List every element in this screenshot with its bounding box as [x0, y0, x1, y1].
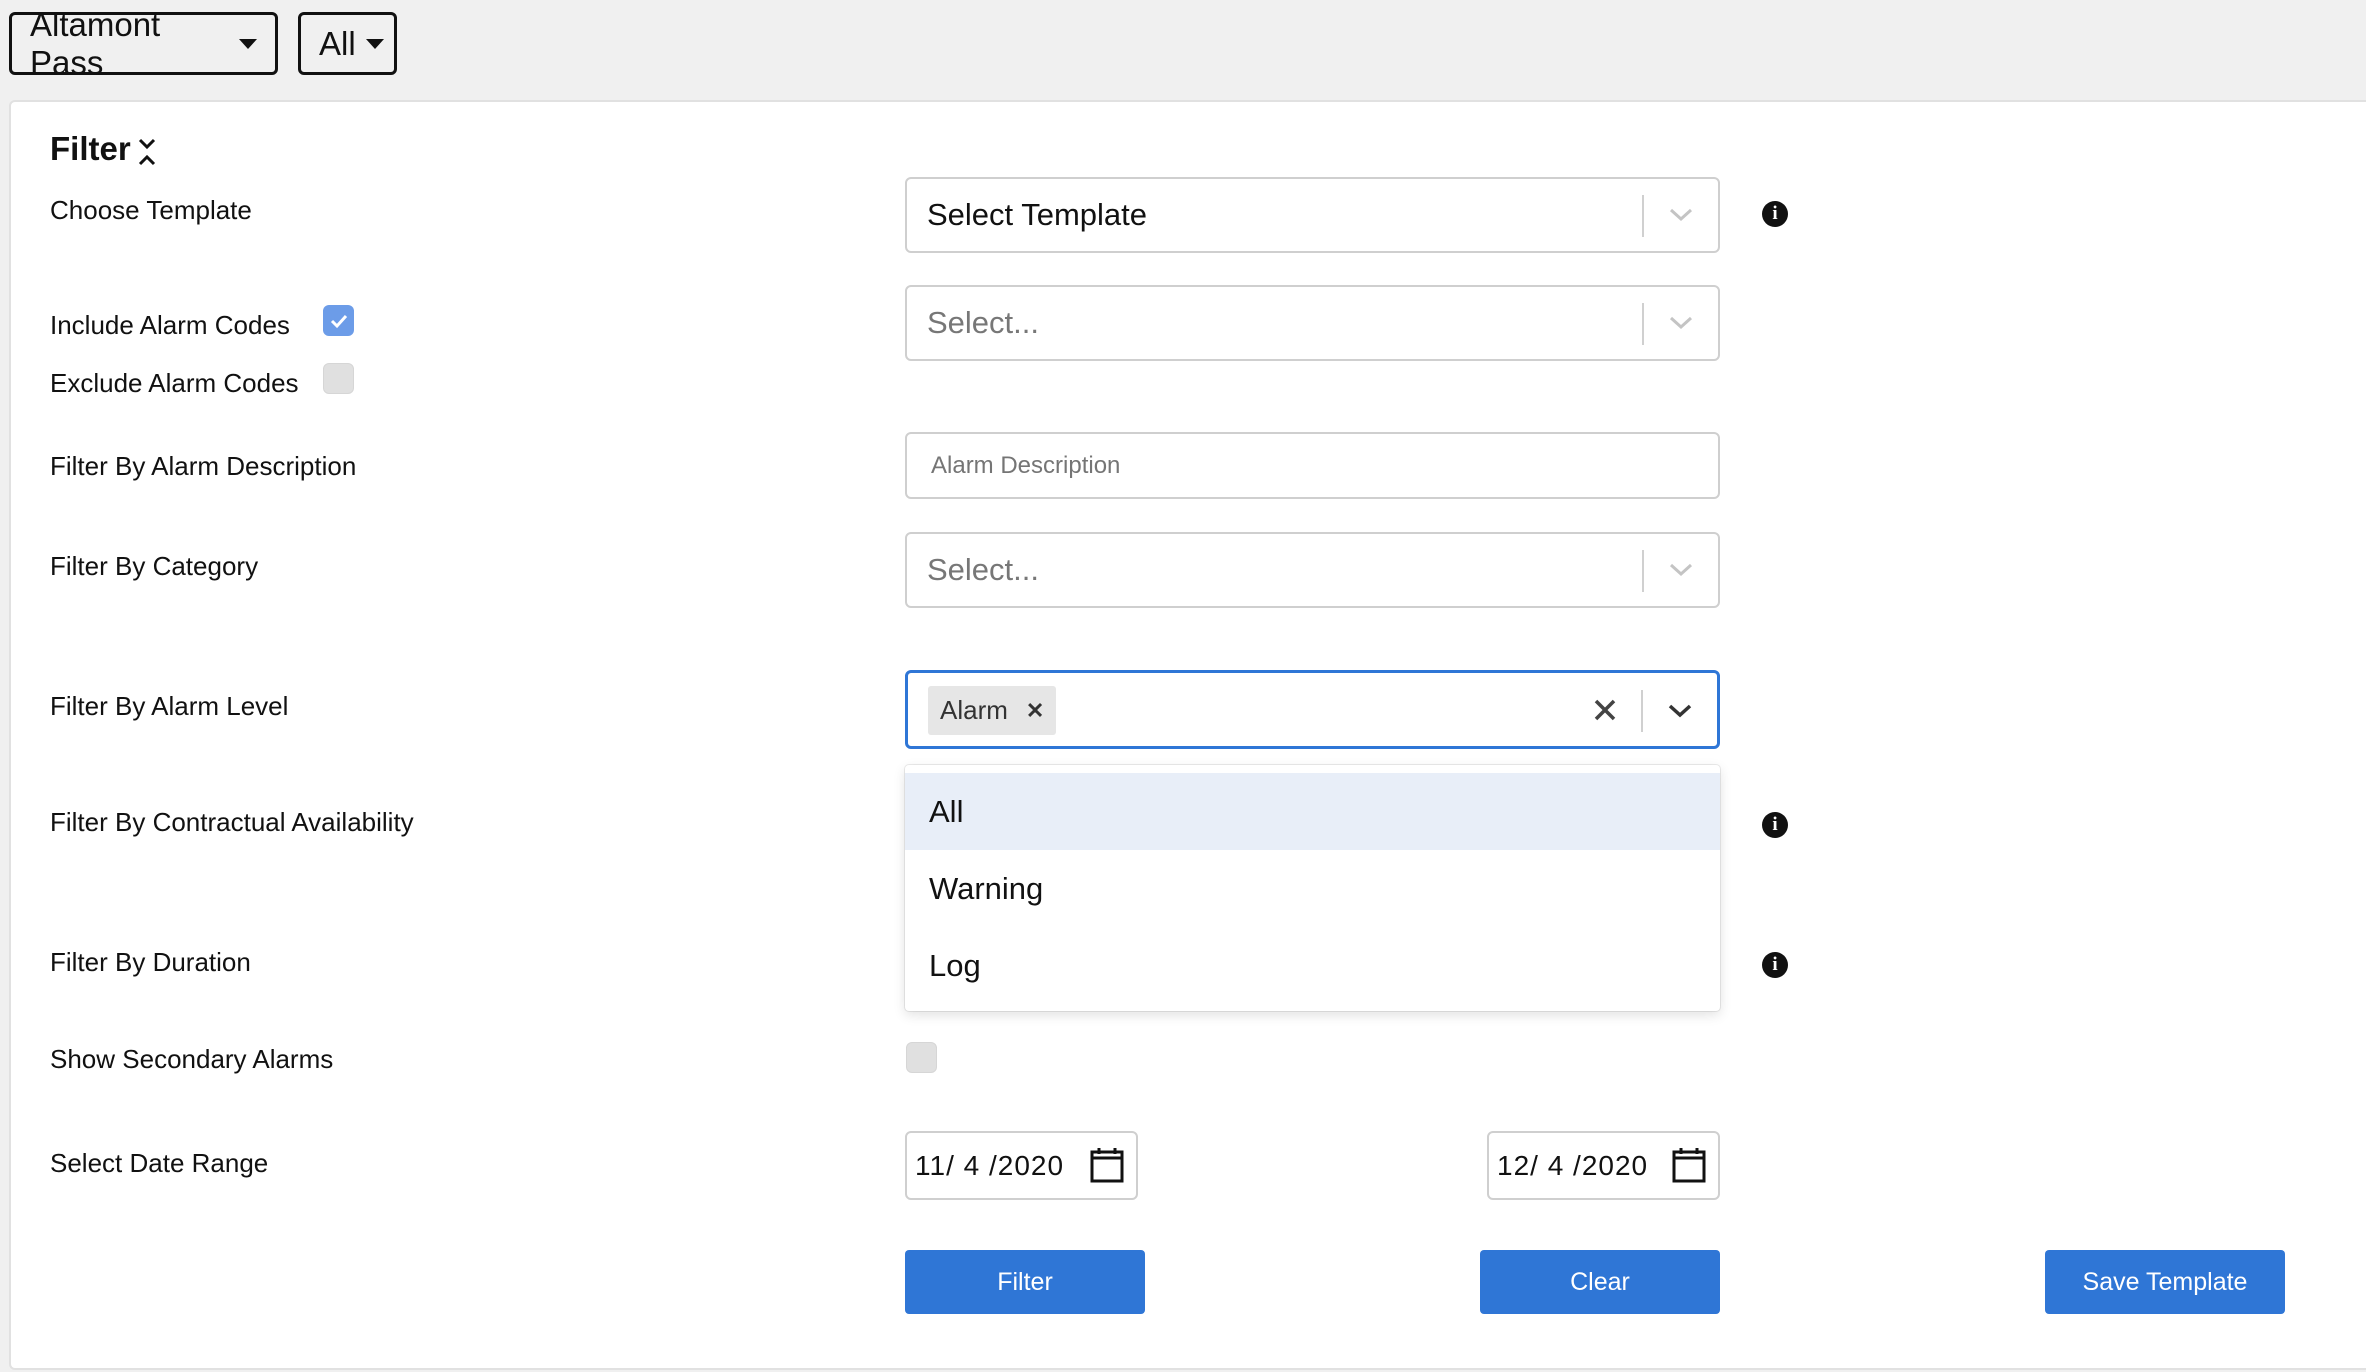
- start-date-value: 11/ 4 /2020: [915, 1150, 1065, 1181]
- info-icon[interactable]: i: [1762, 952, 1788, 978]
- option-warning[interactable]: Warning: [905, 850, 1720, 927]
- select-separator: [1642, 550, 1644, 592]
- alarm-level-label: Filter By Alarm Level: [50, 691, 289, 721]
- include-alarm-codes-label: Include Alarm Codes: [50, 310, 290, 340]
- select-separator: [1642, 303, 1644, 345]
- exclude-alarm-codes-checkbox[interactable]: [323, 363, 354, 394]
- option-log[interactable]: Log: [905, 927, 1720, 1004]
- calendar-icon[interactable]: [1090, 1148, 1124, 1183]
- alarm-description-input[interactable]: [905, 432, 1720, 499]
- filter-title: Filter: [50, 130, 131, 167]
- secondary-alarms-label: Show Secondary Alarms: [50, 1044, 334, 1074]
- clear-icon[interactable]: [1593, 698, 1617, 722]
- start-date-input[interactable]: 11/ 4 /2020: [905, 1131, 1138, 1200]
- alarm-level-select[interactable]: Alarm ✕: [905, 670, 1720, 749]
- scope-dropdown-label: All: [319, 24, 356, 62]
- category-select[interactable]: Select...: [905, 532, 1720, 608]
- contractual-availability-label: Filter By Contractual Availability: [50, 807, 414, 837]
- calendar-icon[interactable]: [1672, 1148, 1706, 1183]
- select-separator: [1641, 690, 1643, 732]
- info-icon[interactable]: i: [1762, 812, 1788, 838]
- tag-remove-icon[interactable]: ✕: [1026, 698, 1044, 724]
- end-date-value: 12/ 4 /2020: [1497, 1150, 1649, 1181]
- chevron-down-icon[interactable]: [1668, 201, 1694, 227]
- collapse-icon[interactable]: [137, 137, 157, 167]
- alarm-level-tag-label: Alarm: [940, 695, 1008, 725]
- alarm-codes-select-placeholder: Select...: [927, 305, 1039, 340]
- caret-down-icon: [365, 38, 384, 49]
- category-select-placeholder: Select...: [927, 552, 1039, 587]
- alarm-codes-select[interactable]: Select...: [905, 285, 1720, 361]
- select-separator: [1642, 195, 1644, 237]
- choose-template-label: Choose Template: [50, 195, 252, 225]
- include-alarm-codes-checkbox[interactable]: [323, 305, 354, 336]
- exclude-alarm-codes-label: Exclude Alarm Codes: [50, 368, 299, 398]
- filter-button[interactable]: Filter: [905, 1250, 1145, 1314]
- chevron-down-icon[interactable]: [1668, 309, 1694, 335]
- chevron-down-icon[interactable]: [1667, 697, 1693, 723]
- caret-down-icon: [239, 38, 257, 49]
- category-label: Filter By Category: [50, 551, 259, 581]
- template-select[interactable]: Select Template: [905, 177, 1720, 253]
- template-select-value: Select Template: [927, 197, 1147, 232]
- chevron-down-icon[interactable]: [1668, 556, 1694, 582]
- secondary-alarms-checkbox[interactable]: [906, 1042, 937, 1073]
- scope-dropdown[interactable]: All: [298, 12, 397, 75]
- alarm-level-tag: Alarm ✕: [928, 686, 1057, 735]
- duration-label: Filter By Duration: [50, 947, 251, 977]
- date-range-label: Select Date Range: [50, 1148, 269, 1178]
- clear-button[interactable]: Clear: [1480, 1250, 1720, 1314]
- check-icon: [330, 314, 348, 329]
- site-dropdown[interactable]: Altamont Pass: [9, 6, 278, 81]
- info-icon[interactable]: i: [1762, 201, 1788, 227]
- alarm-level-menu: All Warning Log: [905, 765, 1720, 1011]
- site-dropdown-label: Altamont Pass: [30, 5, 161, 81]
- save-template-button[interactable]: Save Template: [2045, 1250, 2285, 1314]
- end-date-input[interactable]: 12/ 4 /2020: [1487, 1131, 1720, 1200]
- alarm-description-label: Filter By Alarm Description: [50, 451, 357, 481]
- option-all[interactable]: All: [905, 773, 1720, 850]
